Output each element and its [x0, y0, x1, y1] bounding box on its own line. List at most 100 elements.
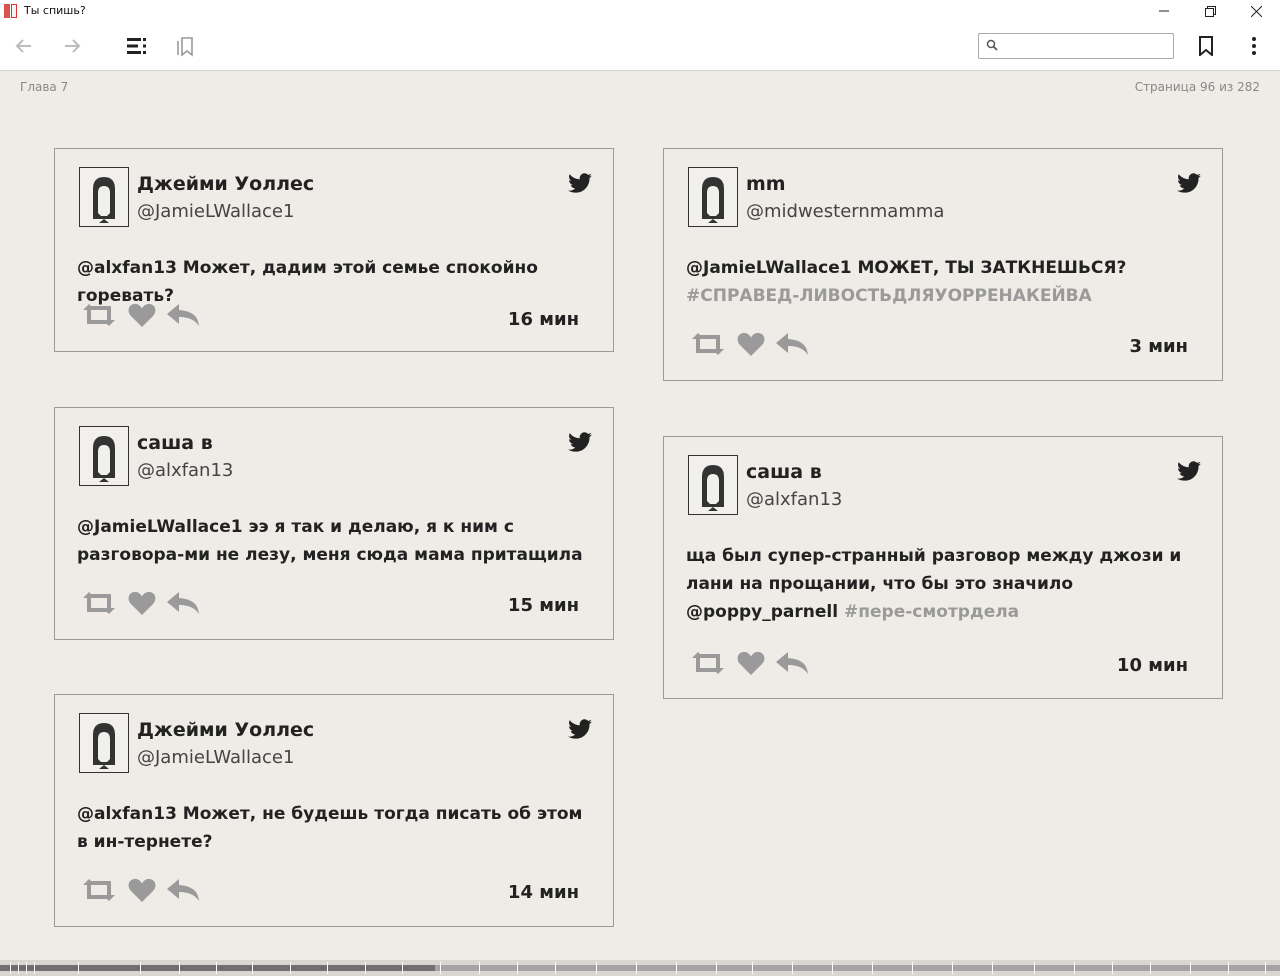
toc-icon [127, 38, 146, 54]
tweet-time: 14 мин [507, 882, 579, 903]
chapter-tick [179, 962, 180, 974]
avatar-icon [688, 167, 738, 227]
heart-icon [128, 591, 156, 615]
reply-button[interactable] [165, 877, 203, 903]
reply-icon [776, 333, 808, 355]
author-name: Джейми Уоллес [137, 173, 315, 195]
chapter-tick [216, 962, 217, 974]
chapter-tick [952, 962, 953, 974]
bookmark-icon [1199, 36, 1213, 56]
chapter-tick [1265, 962, 1266, 974]
chapter-tick [1034, 962, 1035, 974]
toc-button[interactable] [121, 22, 153, 70]
tweet-time: 10 мин [1116, 655, 1188, 676]
tweet-actions [79, 590, 211, 616]
chapter-tick [1112, 962, 1113, 974]
like-button[interactable] [736, 650, 766, 676]
chapter-tick [327, 962, 328, 974]
back-icon [15, 39, 31, 53]
avatar-icon [79, 426, 129, 486]
forward-icon [65, 39, 81, 53]
close-button[interactable] [1233, 0, 1279, 22]
reply-button[interactable] [165, 302, 203, 328]
chapter-tick [832, 962, 833, 974]
chapter-tick [34, 962, 35, 974]
retweet-button[interactable] [79, 590, 119, 616]
reply-icon [167, 304, 199, 326]
heart-icon [737, 332, 765, 356]
chapter-tick [140, 962, 141, 974]
chapter-tick [636, 962, 637, 974]
like-button[interactable] [127, 302, 157, 328]
like-button[interactable] [127, 877, 157, 903]
bookmarks-list-button[interactable] [169, 22, 201, 70]
chapter-tick [78, 962, 79, 974]
forward-button[interactable] [56, 22, 88, 70]
reply-button[interactable] [165, 590, 203, 616]
heart-icon [128, 303, 156, 327]
bookmarks-list-icon [177, 37, 193, 57]
reading-progress-bar[interactable] [0, 960, 1280, 976]
tweet-actions [79, 877, 211, 903]
tweet-card: саша в @alxfan13 @JamieLWallace1 ээ я та… [54, 407, 614, 640]
chapter-tick [992, 962, 993, 974]
avatar-icon [79, 713, 129, 773]
avatar-icon [688, 455, 738, 515]
window-title: Ты спишь? [24, 4, 86, 17]
like-button[interactable] [736, 331, 766, 357]
reply-icon [167, 879, 199, 901]
tweet-actions [79, 302, 211, 328]
chapter-tick [555, 962, 556, 974]
retweet-button[interactable] [688, 650, 728, 676]
chapter-tick [872, 962, 873, 974]
chapter-tick [402, 962, 403, 974]
tweet-actions [688, 650, 820, 676]
chapter-tick [440, 962, 441, 974]
like-button[interactable] [127, 590, 157, 616]
tweet-text: @JamieLWallace1 ээ я так и делаю, я к ни… [77, 517, 583, 565]
chapter-tick [1190, 962, 1191, 974]
heart-icon [128, 878, 156, 902]
back-button[interactable] [8, 22, 40, 70]
author-handle: @alxfan13 [137, 460, 234, 481]
twitter-bird-icon [568, 173, 592, 193]
author-handle: @alxfan13 [746, 489, 843, 510]
author-handle: @JamieLWallace1 [137, 201, 295, 222]
chapter-tick [1150, 962, 1151, 974]
tweet-text: ща был супер-странный разговор между джо… [686, 546, 1182, 622]
maximize-button[interactable] [1187, 0, 1233, 22]
tweet-card: саша в @alxfan13 ща был супер-странный р… [663, 436, 1223, 699]
retweet-icon [692, 652, 724, 674]
chapter-label: Глава 7 [20, 80, 69, 94]
chapter-tick [26, 962, 27, 974]
chapter-tick [596, 962, 597, 974]
search-icon [986, 39, 998, 51]
author-name: Джейми Уоллес [137, 719, 315, 741]
reply-button[interactable] [774, 650, 812, 676]
tweet-time: 16 мин [507, 309, 579, 330]
search-input[interactable] [1003, 36, 1167, 56]
chapter-tick [517, 962, 518, 974]
chapter-tick [479, 962, 480, 974]
retweet-button[interactable] [688, 331, 728, 357]
retweet-icon [83, 592, 115, 614]
reply-icon [167, 592, 199, 614]
chapter-tick [716, 962, 717, 974]
minimize-button[interactable] [1141, 0, 1187, 22]
tweet-text: @alxfan13 Может, не будешь тогда писать … [77, 804, 583, 852]
app-icon [4, 4, 18, 18]
progress-fill [0, 965, 436, 971]
author-handle: @midwesternmamma [746, 201, 945, 222]
reply-button[interactable] [774, 331, 812, 357]
bookmark-button[interactable] [1190, 22, 1222, 70]
author-name: саша в [746, 461, 822, 483]
retweet-button[interactable] [79, 302, 119, 328]
search-field[interactable] [978, 33, 1174, 59]
more-button[interactable] [1238, 22, 1270, 70]
author-name: mm [746, 173, 786, 195]
twitter-bird-icon [1177, 461, 1201, 481]
retweet-icon [83, 304, 115, 326]
more-icon [1252, 37, 1256, 55]
chapter-tick [1228, 962, 1229, 974]
retweet-button[interactable] [79, 877, 119, 903]
